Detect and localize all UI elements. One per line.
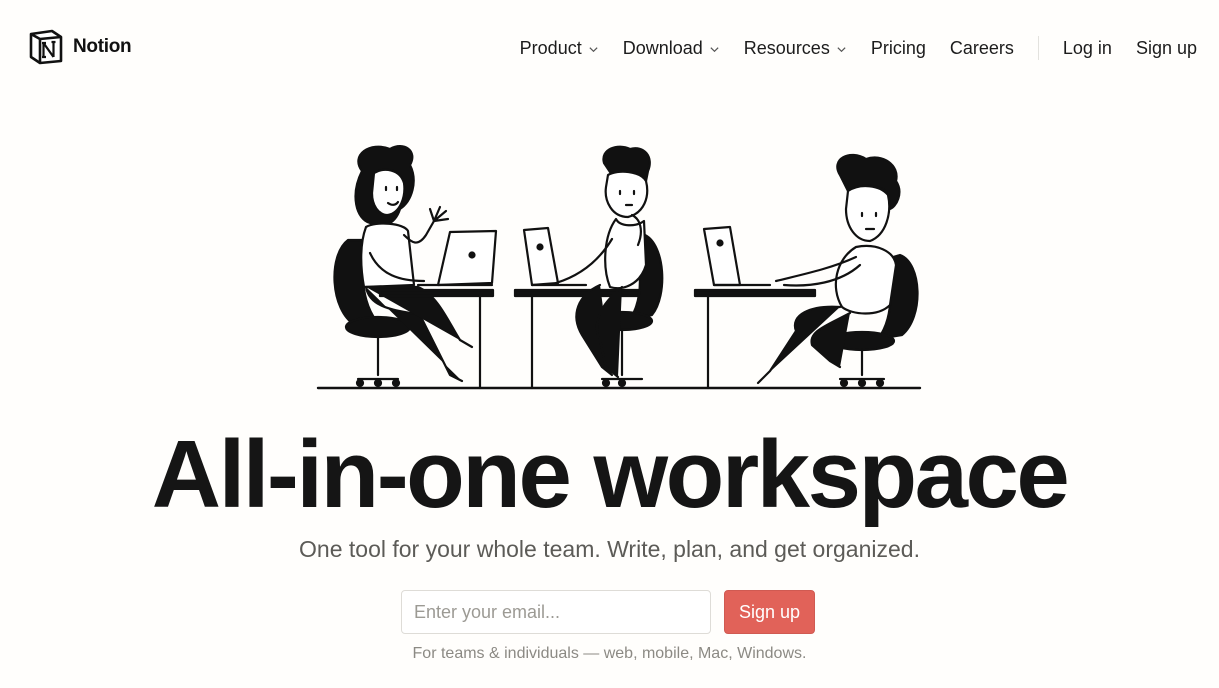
chevron-down-icon: [837, 46, 846, 52]
chevron-down-icon: [589, 46, 598, 52]
person-middle: [513, 145, 664, 390]
nav-careers-label: Careers: [949, 37, 1014, 58]
login-link[interactable]: Log in: [1063, 38, 1112, 59]
person-right: [693, 153, 919, 390]
top-nav: Notion Product Download Resources Pricin…: [0, 0, 1219, 96]
nav-links: Product Download Resources Pricing Caree…: [520, 33, 1197, 63]
brand-name: Notion: [73, 36, 132, 57]
nav-product-label: Product: [519, 37, 582, 58]
signup-form: Sign up: [401, 590, 815, 634]
nav-resources[interactable]: Resources: [744, 38, 847, 59]
login-label: Log in: [1062, 37, 1112, 58]
notion-logo-icon: [29, 29, 63, 65]
nav-careers[interactable]: Careers: [950, 38, 1014, 59]
hero-subheadline: One tool for your whole team. Write, pla…: [299, 536, 920, 562]
nav-pricing[interactable]: Pricing: [871, 38, 926, 59]
nav-signup-label: Sign up: [1135, 37, 1197, 58]
person-left: [333, 145, 498, 390]
nav-product[interactable]: Product: [520, 38, 599, 59]
notion-logo-link[interactable]: Notion: [28, 29, 132, 65]
signup-button[interactable]: Sign up: [724, 590, 815, 634]
email-input[interactable]: [401, 590, 711, 634]
nav-signup-link[interactable]: Sign up: [1136, 38, 1197, 59]
nav-download-label: Download: [622, 37, 703, 58]
hero-headline: All-in-one workspace: [151, 421, 1070, 528]
nav-pricing-label: Pricing: [870, 37, 926, 58]
hero-footnote: For teams & individuals — web, mobile, M…: [412, 645, 807, 662]
nav-download[interactable]: Download: [623, 38, 720, 59]
nav-divider: [1037, 36, 1039, 60]
nav-resources-label: Resources: [743, 37, 830, 58]
chevron-down-icon: [710, 46, 719, 52]
three-people-at-laptops-illustration: [316, 145, 922, 390]
